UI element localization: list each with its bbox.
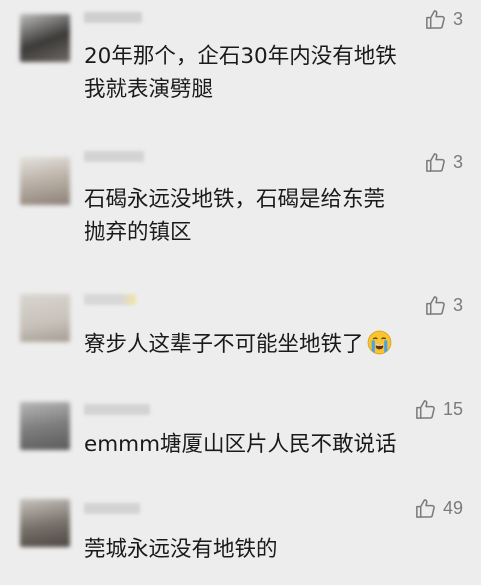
like-button[interactable]: 3 (424, 8, 463, 31)
username-blurred[interactable] (84, 404, 150, 415)
comment-line-text: 寮步人这辈子不可能坐地铁了 (84, 332, 364, 357)
like-count: 15 (442, 399, 463, 419)
comment-line: 寮步人这辈子不可能坐地铁了 (84, 328, 392, 361)
thumbs-up-icon (426, 296, 445, 315)
comment-text: 莞城永远没有地铁的 (84, 533, 278, 566)
thumbs-up-icon (426, 153, 445, 172)
like-button[interactable]: 3 (424, 294, 463, 317)
comment-text: emmm塘厦山区片人民不敢说话 (84, 428, 397, 461)
comment-line: 石碣永远没地铁，石碣是给东莞 (84, 187, 386, 212)
comment-item: 15 emmm塘厦山区片人民不敢说话 (0, 390, 481, 485)
comment-text: 石碣永远没地铁，石碣是给东莞 抛弃的镇区 (84, 183, 385, 249)
comment-line: 抛弃的镇区 (84, 220, 192, 245)
avatar[interactable] (20, 157, 70, 205)
username-blurred[interactable] (84, 294, 136, 305)
comment-item: 3 寮步人这辈子不可能坐地铁了 (0, 280, 481, 390)
like-count: 49 (442, 498, 463, 518)
like-button[interactable]: 15 (414, 398, 463, 421)
comment-line: emmm塘厦山区片人民不敢说话 (84, 432, 397, 457)
avatar[interactable] (20, 499, 70, 547)
like-count: 3 (452, 152, 463, 172)
like-count: 3 (452, 295, 463, 315)
comment-item: 49 莞城永远没有地铁的 (0, 485, 481, 585)
avatar[interactable] (20, 402, 70, 450)
username-blurred[interactable] (84, 503, 140, 514)
username-blurred[interactable] (84, 151, 144, 162)
thumbs-up-icon (416, 400, 435, 419)
username-blurred[interactable] (84, 12, 142, 23)
crying-face-icon (367, 330, 391, 355)
comment-line: 20年那个，企石30年内没有地铁 (84, 44, 397, 69)
comment-line: 莞城永远没有地铁的 (84, 537, 278, 562)
comment-item: 3 20年那个，企石30年内没有地铁 我就表演劈腿 (0, 0, 481, 145)
comment-line: 我就表演劈腿 (84, 77, 214, 102)
like-count: 3 (452, 9, 463, 29)
avatar[interactable] (20, 14, 70, 62)
comment-text: 寮步人这辈子不可能坐地铁了 (84, 328, 392, 361)
like-button[interactable]: 49 (414, 497, 463, 520)
avatar[interactable] (20, 294, 70, 342)
comment-text: 20年那个，企石30年内没有地铁 我就表演劈腿 (84, 40, 397, 106)
thumbs-up-icon (426, 10, 445, 29)
like-button[interactable]: 3 (424, 151, 463, 174)
thumbs-up-icon (416, 499, 435, 518)
comment-item: 3 石碣永远没地铁，石碣是给东莞 抛弃的镇区 (0, 145, 481, 280)
